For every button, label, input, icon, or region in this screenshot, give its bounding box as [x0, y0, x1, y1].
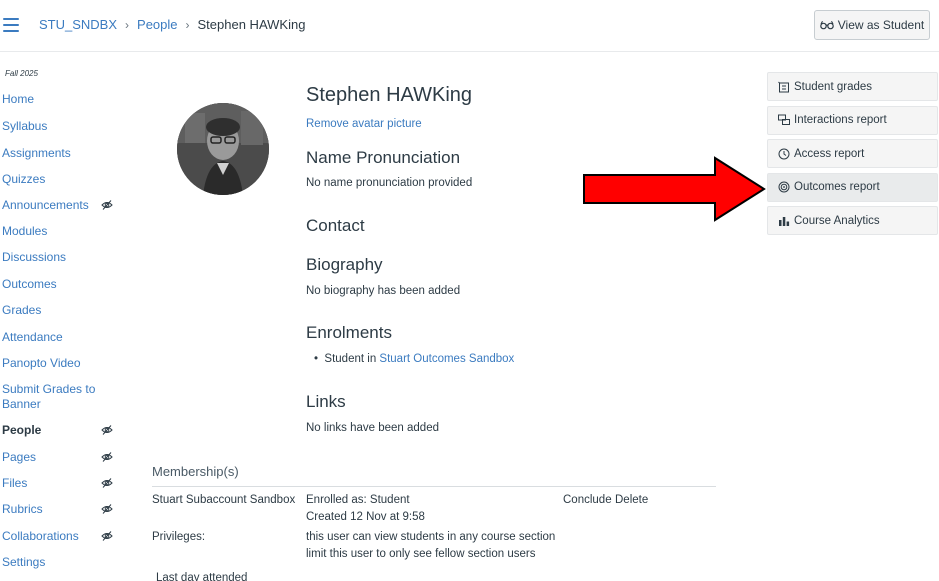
bar-chart-icon: [779, 216, 790, 226]
enrolled-as-text: Enrolled as: Student: [306, 494, 410, 506]
nav-label: Rubrics: [2, 502, 43, 516]
course-analytics-button[interactable]: Course Analytics: [767, 206, 938, 235]
nav-item-outcomes[interactable]: Outcomes: [0, 277, 59, 292]
biography-text: No biography has been added: [306, 285, 461, 297]
biography-heading: Biography: [306, 255, 383, 274]
interactions-icon: [778, 114, 790, 125]
nav-item-quizzes[interactable]: Quizzes: [0, 172, 47, 187]
nav-label: Assignments: [2, 146, 71, 160]
avatar: [177, 103, 269, 195]
hidden-eye-icon: [101, 425, 113, 435]
profile-name: Stephen HAWKing: [306, 84, 473, 106]
privileges-label: Privileges:: [152, 531, 206, 543]
hidden-eye-icon: [101, 478, 113, 488]
created-text: Created 12 Nov at 9:58: [306, 511, 425, 523]
nav-item-settings[interactable]: Settings: [0, 555, 47, 570]
view-as-student-button[interactable]: View as Student: [814, 10, 930, 40]
nav-item-collaborations[interactable]: Collaborations: [0, 529, 120, 544]
links-text: No links have been added: [306, 422, 439, 434]
nav-label: Home: [2, 92, 35, 106]
nav-item-discussions[interactable]: Discussions: [0, 250, 68, 265]
nav-label: Quizzes: [2, 172, 46, 186]
privileges-text: this user can view students in any cours…: [306, 531, 556, 543]
nav-label: Settings: [2, 555, 46, 569]
nav-item-pages[interactable]: Pages: [0, 450, 120, 465]
nav-label: Collaborations: [2, 529, 79, 543]
contact-heading: Contact: [306, 216, 365, 235]
right-sidebar: Student grades Interactions report Acces…: [767, 72, 938, 240]
last-day-attended-label: Last day attended: [156, 572, 248, 581]
nav-item-announcements[interactable]: Announcements: [0, 198, 120, 213]
gradebook-icon: [778, 81, 789, 92]
nav-label: Submit Grades to Banner: [2, 382, 96, 411]
nav-label: Attendance: [2, 330, 63, 344]
hidden-eye-icon: [101, 531, 113, 541]
name-pronunciation-heading: Name Pronunciation: [306, 148, 461, 167]
nav-label: Pages: [2, 450, 37, 464]
button-label: Student grades: [794, 80, 873, 93]
enrolments-heading: Enrolments: [306, 323, 392, 342]
enrolment-item: • Student in Stuart Outcomes Sandbox: [314, 353, 514, 365]
enrolment-course-link[interactable]: Stuart Outcomes Sandbox: [379, 353, 514, 365]
nav-item-home[interactable]: Home: [0, 92, 36, 107]
nav-item-attendance[interactable]: Attendance: [0, 330, 65, 345]
nav-label: Outcomes: [2, 277, 57, 291]
nav-label: Grades: [2, 303, 42, 317]
enrolment-prefix: Student in: [324, 353, 377, 365]
nav-label: Modules: [2, 224, 48, 238]
view-as-student-label: View as Student: [837, 18, 925, 32]
limit-section-link[interactable]: limit this user to only see fellow secti…: [306, 548, 535, 560]
section-link[interactable]: Stuart Subaccount Sandbox: [152, 494, 295, 506]
breadcrumb-people[interactable]: People: [137, 17, 177, 32]
button-label: Course Analytics: [794, 214, 880, 227]
nav-item-submit-grades[interactable]: Submit Grades to Banner: [0, 382, 100, 412]
nav-item-files[interactable]: Files: [0, 476, 120, 491]
breadcrumb: STU_SNDBX › People › Stephen HAWKing: [39, 17, 305, 32]
glasses-icon: [819, 20, 834, 30]
remove-avatar-link[interactable]: Remove avatar picture: [306, 118, 422, 130]
links-heading: Links: [306, 392, 346, 411]
outcomes-report-button[interactable]: Outcomes report: [767, 172, 938, 202]
button-label: Interactions report: [794, 114, 887, 126]
nav-item-modules[interactable]: Modules: [0, 224, 49, 239]
name-pronunciation-text: No name pronunciation provided: [306, 177, 473, 189]
hidden-eye-icon: [101, 452, 113, 462]
target-icon: [778, 181, 790, 193]
chevron-right-icon: ›: [185, 17, 190, 32]
student-grades-button[interactable]: Student grades: [767, 72, 938, 101]
nav-item-grades[interactable]: Grades: [0, 303, 43, 318]
breadcrumb-course[interactable]: STU_SNDBX: [39, 17, 117, 32]
nav-item-assignments[interactable]: Assignments: [0, 146, 73, 161]
hamburger-menu-icon[interactable]: [3, 18, 19, 32]
hidden-eye-icon: [101, 504, 113, 514]
delete-link[interactable]: Delete: [615, 494, 648, 506]
button-label: Access report: [794, 147, 865, 160]
nav-item-rubrics[interactable]: Rubrics: [0, 502, 120, 517]
membership-heading: Membership(s): [152, 464, 716, 487]
conclude-link[interactable]: Conclude: [563, 494, 612, 506]
nav-item-people[interactable]: People: [0, 423, 120, 438]
nav-label: Announcements: [2, 198, 89, 212]
nav-item-panopto-video[interactable]: Panopto Video: [0, 356, 83, 371]
nav-label: Discussions: [2, 250, 67, 264]
breadcrumb-current: Stephen HAWKing: [197, 17, 306, 32]
membership-section: Membership(s) Stuart Subaccount Sandbox …: [152, 464, 716, 581]
nav-item-syllabus[interactable]: Syllabus: [0, 119, 49, 134]
nav-label: Syllabus: [2, 119, 48, 133]
term-label: Fall 2025: [5, 69, 38, 78]
button-label: Outcomes report: [794, 181, 880, 193]
interactions-report-button[interactable]: Interactions report: [767, 105, 938, 135]
chevron-right-icon: ›: [125, 17, 130, 32]
clock-icon: [778, 148, 790, 159]
nav-label: Panopto Video: [2, 356, 81, 370]
nav-label: People: [2, 423, 42, 437]
bullet-icon: •: [314, 353, 325, 365]
red-arrow-annotation: [583, 156, 766, 222]
hidden-eye-icon: [101, 200, 113, 210]
nav-label: Files: [2, 476, 28, 490]
top-bar: STU_SNDBX › People › Stephen HAWKing Vie…: [0, 0, 939, 52]
access-report-button[interactable]: Access report: [767, 139, 938, 168]
